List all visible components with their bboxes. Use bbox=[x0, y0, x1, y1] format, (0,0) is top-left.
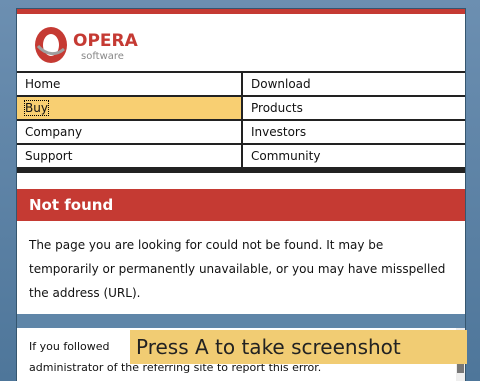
opera-logo[interactable]: OPERA software bbox=[31, 25, 181, 67]
followed-text: If you followed bbox=[29, 340, 110, 353]
nav-buy[interactable]: Buy bbox=[17, 97, 241, 119]
error-message: The page you are looking for could not b… bbox=[29, 238, 446, 300]
navigation-table: Home Download Buy Products Company Inves… bbox=[17, 71, 465, 173]
nav-support[interactable]: Support bbox=[17, 145, 241, 167]
nav-row: Home Download bbox=[17, 73, 465, 97]
nav-row: Buy Products bbox=[17, 97, 465, 121]
logo-brand: OPERA bbox=[73, 31, 138, 51]
nav-products[interactable]: Products bbox=[241, 97, 465, 119]
nav-company[interactable]: Company bbox=[17, 121, 241, 143]
not-found-heading: Not found bbox=[17, 189, 465, 221]
screenshot-hint: Press A to take screenshot bbox=[130, 330, 467, 364]
logo-sub: software bbox=[81, 51, 124, 62]
nav-investors[interactable]: Investors bbox=[241, 121, 465, 143]
nav-bottom-bar bbox=[17, 169, 465, 173]
nav-home[interactable]: Home bbox=[17, 73, 241, 95]
nav-row: Company Investors bbox=[17, 121, 465, 145]
section-divider bbox=[17, 314, 465, 328]
nav-row: Support Community bbox=[17, 145, 465, 169]
browser-screen: OPERA software Home Download Buy Product… bbox=[17, 9, 465, 381]
nav-download[interactable]: Download bbox=[241, 73, 465, 95]
nav-community[interactable]: Community bbox=[241, 145, 465, 167]
top-accent bbox=[17, 9, 465, 14]
nav-buy-label: Buy bbox=[24, 100, 49, 116]
opera-o-icon bbox=[35, 27, 67, 63]
